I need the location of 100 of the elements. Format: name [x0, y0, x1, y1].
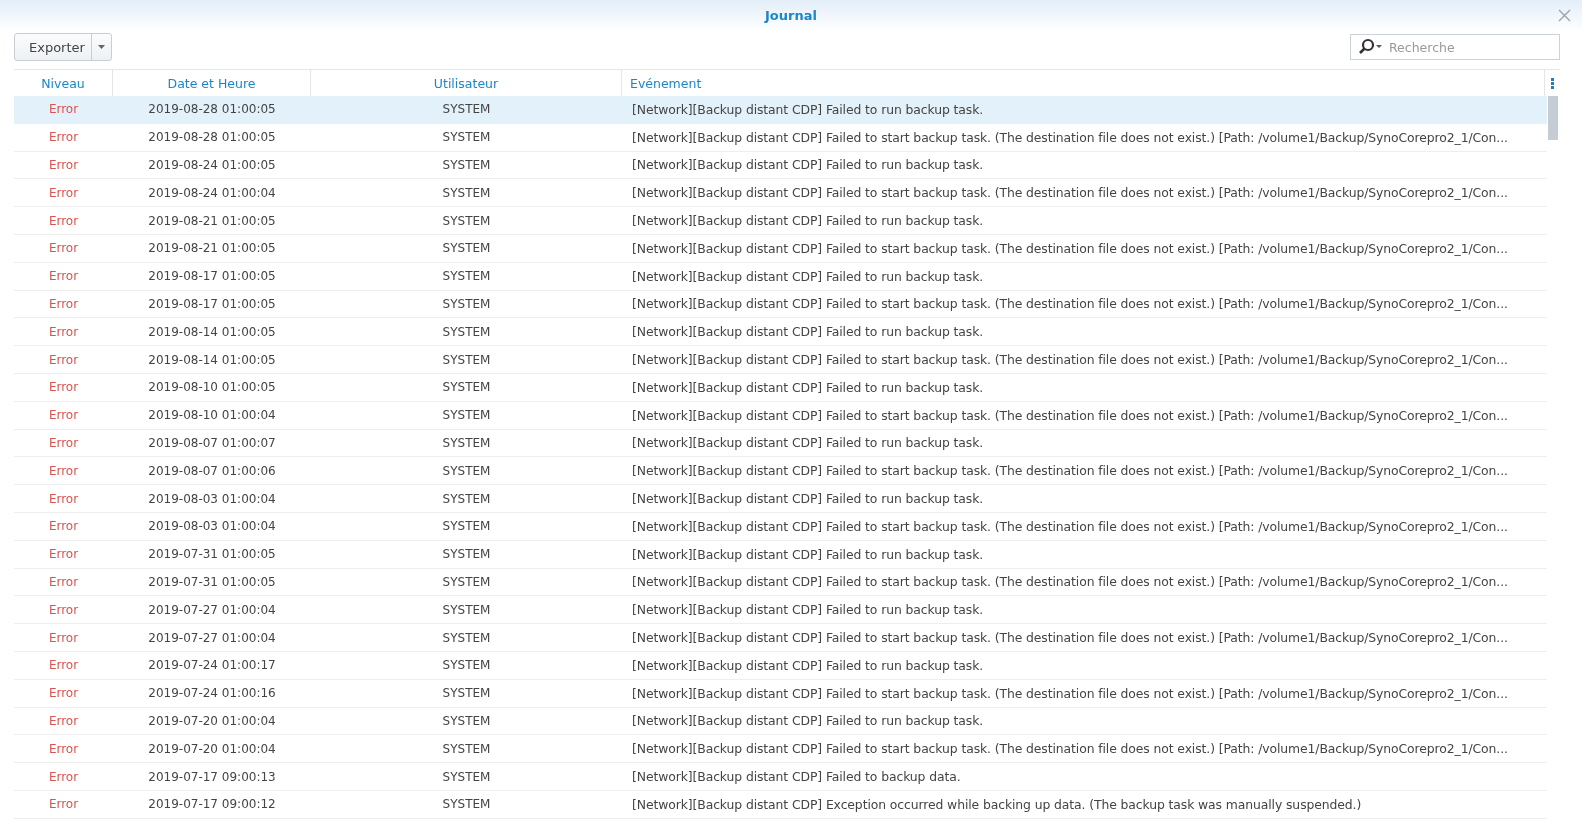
event-cell-text: [Network][Backup distant CDP] Failed to run backup task. [631, 323, 985, 342]
datetime-cell-text: 2019-08-10 01:00:05 [147, 379, 277, 397]
user-cell-text: SYSTEM [441, 601, 492, 619]
user-cell-text: SYSTEM [441, 129, 492, 147]
user-cell-text: SYSTEM [441, 323, 492, 341]
log-row[interactable]: Error 2019-07-20 01:00:04 SYSTEM [Network][Backup distant CDP] Failed to start backup task. (The destination file does not exist.) [Path: /volume1/Backup/SynoCorepro2_1/Con... [14, 735, 1547, 764]
level-cell-text: Error [47, 129, 80, 147]
datetime-cell-text: 2019-08-17 01:00:05 [147, 268, 277, 286]
level-cell-text: Error [47, 268, 80, 286]
user-cell-text: SYSTEM [441, 490, 492, 508]
search-icon[interactable] [1358, 38, 1384, 56]
datetime-cell-text: 2019-07-27 01:00:04 [147, 629, 277, 647]
log-row[interactable]: Error 2019-08-07 01:00:06 SYSTEM [Network][Backup distant CDP] Failed to start backup task. (The destination file does not exist.) [Path: /volume1/Backup/SynoCorepro2_1/Con... [14, 457, 1547, 486]
event-cell-text: [Network][Backup distant CDP] Failed to start backup task. (The destination file does not exist.) [Path: /volume1/Backup/SynoCorepro2_1/Con... [631, 740, 1509, 759]
level-cell-text: Error [47, 462, 80, 480]
event-cell-text: [Network][Backup distant CDP] Failed to run backup task. [631, 156, 985, 175]
user-cell-text: SYSTEM [441, 268, 492, 286]
event-cell-text: [Network][Backup distant CDP] Failed to run backup task. [631, 490, 985, 509]
log-row[interactable]: Error 2019-08-07 01:00:07 SYSTEM [Network][Backup distant CDP] Failed to run backup task. [14, 429, 1547, 458]
datetime-cell-text: 2019-08-07 01:00:06 [147, 462, 277, 480]
log-row[interactable]: Error 2019-08-21 01:00:05 SYSTEM [Network][Backup distant CDP] Failed to start backup task. (The destination file does not exist.) [Path: /volume1/Backup/SynoCorepro2_1/Con... [14, 235, 1547, 263]
log-row[interactable]: Error 2019-07-27 01:00:04 SYSTEM [Network][Backup distant CDP] Failed to start backup task. (The destination file does not exist.) [Path: /volume1/Backup/SynoCorepro2_1/Con... [14, 624, 1547, 652]
level-cell-text: Error [47, 685, 80, 703]
log-row[interactable]: Error 2019-08-17 01:00:05 SYSTEM [Network][Backup distant CDP] Failed to start backup task. (The destination file does not exist.) [Path: /volume1/Backup/SynoCorepro2_1/Con... [14, 290, 1547, 319]
level-cell-text: Error [47, 601, 80, 619]
event-cell-text: [Network][Backup distant CDP] Failed to run backup task. [631, 712, 985, 731]
level-cell-text: Error [47, 573, 80, 591]
log-row[interactable]: Error 2019-07-31 01:00:05 SYSTEM [Network][Backup distant CDP] Failed to start backup task. (The destination file does not exist.) [Path: /volume1/Backup/SynoCorepro2_1/Con... [14, 568, 1547, 597]
close-icon[interactable] [1558, 9, 1571, 22]
log-row[interactable]: Error 2019-08-28 01:00:05 SYSTEM [Network][Backup distant CDP] Failed to start backup task. (The destination file does not exist.) [Path: /volume1/Backup/SynoCorepro2_1/Con... [14, 123, 1547, 152]
datetime-cell-text: 2019-07-27 01:00:04 [147, 601, 277, 619]
user-cell-text: SYSTEM [441, 240, 492, 258]
user-cell-text: SYSTEM [441, 407, 492, 425]
event-cell-text: [Network][Backup distant CDP] Failed to run backup task. [631, 434, 985, 453]
datetime-cell-text: 2019-07-31 01:00:05 [147, 573, 277, 591]
level-cell-text: Error [47, 212, 80, 230]
event-cell-text: [Network][Backup distant CDP] Failed to start backup task. (The destination file does not exist.) [Path: /volume1/Backup/SynoCorepro2_1/Con... [631, 351, 1509, 370]
scrollbar-thumb[interactable] [1548, 96, 1558, 140]
log-row[interactable]: Error 2019-07-27 01:00:04 SYSTEM [Network][Backup distant CDP] Failed to run backup task. [14, 596, 1547, 625]
user-cell-text: SYSTEM [441, 768, 492, 786]
datetime-cell-text: 2019-07-17 09:00:12 [147, 796, 277, 814]
event-cell-text: [Network][Backup distant CDP] Failed to start backup task. (The destination file does not exist.) [Path: /volume1/Backup/SynoCorepro2_1/Con... [631, 239, 1509, 258]
log-row[interactable]: Error 2019-07-24 01:00:17 SYSTEM [Network][Backup distant CDP] Failed to run backup task. [14, 651, 1547, 680]
log-row[interactable]: Error 2019-08-24 01:00:04 SYSTEM [Network][Backup distant CDP] Failed to start backup task. (The destination file does not exist.) [Path: /volume1/Backup/SynoCorepro2_1/Con... [14, 179, 1547, 208]
datetime-cell-text: 2019-07-17 09:00:13 [147, 768, 277, 786]
level-cell-text: Error [47, 240, 80, 258]
log-row[interactable]: Error 2019-08-21 01:00:05 SYSTEM [Network][Backup distant CDP] Failed to run backup task. [14, 207, 1547, 235]
log-row[interactable]: Error 2019-08-17 01:00:05 SYSTEM [Network][Backup distant CDP] Failed to run backup task. [14, 262, 1547, 291]
event-cell-text: [Network][Backup distant CDP] Failed to start backup task. (The destination file does not exist.) [Path: /volume1/Backup/SynoCorepro2_1/Con... [631, 684, 1509, 703]
log-row[interactable]: Error 2019-08-14 01:00:05 SYSTEM [Network][Backup distant CDP] Failed to run backup task. [14, 318, 1547, 347]
user-cell-text: SYSTEM [441, 546, 492, 564]
datetime-cell-text: 2019-07-20 01:00:04 [147, 712, 277, 730]
event-cell-text: [Network][Backup distant CDP] Failed to run backup task. [631, 212, 985, 231]
level-cell-text: Error [47, 407, 80, 425]
log-row[interactable]: Error 2019-08-24 01:00:05 SYSTEM [Network][Backup distant CDP] Failed to run backup task. [14, 151, 1547, 180]
log-row[interactable]: Error 2019-07-31 01:00:05 SYSTEM [Network][Backup distant CDP] Failed to run backup task. [14, 540, 1547, 569]
user-cell-text: SYSTEM [441, 101, 492, 119]
log-row[interactable]: Error 2019-08-03 01:00:04 SYSTEM [Network][Backup distant CDP] Failed to run backup task. [14, 485, 1547, 513]
log-row[interactable]: Error 2019-07-20 01:00:04 SYSTEM [Network][Backup distant CDP] Failed to run backup task. [14, 707, 1547, 736]
datetime-cell-text: 2019-07-24 01:00:17 [147, 657, 277, 675]
log-row[interactable]: Error 2019-07-17 09:00:13 SYSTEM [Network][Backup distant CDP] Failed to backup data. [14, 763, 1547, 791]
column-menu-icon[interactable] [1551, 77, 1554, 89]
event-cell-text: [Network][Backup distant CDP] Failed to start backup task. (The destination file does not exist.) [Path: /volume1/Backup/SynoCorepro2_1/Con... [631, 128, 1509, 147]
datetime-cell-text: 2019-08-03 01:00:04 [147, 518, 277, 536]
user-cell-text: SYSTEM [441, 796, 492, 814]
event-cell-text: [Network][Backup distant CDP] Failed to backup data. [631, 768, 962, 786]
level-cell-text: Error [47, 434, 80, 452]
user-cell-text: SYSTEM [441, 184, 492, 202]
user-cell-text: SYSTEM [441, 295, 492, 313]
log-row[interactable]: Error 2019-08-10 01:00:05 SYSTEM [Network][Backup distant CDP] Failed to run backup task. [14, 373, 1547, 402]
log-row[interactable]: Error 2019-07-17 09:00:12 SYSTEM [Network][Backup distant CDP] Exception occurred while backing up data. (The backup task was manually suspended.) [14, 790, 1547, 819]
log-row[interactable]: Error 2019-08-03 01:00:04 SYSTEM [Network][Backup distant CDP] Failed to start backup task. (The destination file does not exist.) [Path: /volume1/Backup/SynoCorepro2_1/Con... [14, 512, 1547, 541]
datetime-cell-text: 2019-07-20 01:00:04 [147, 740, 277, 758]
event-cell-text: [Network][Backup distant CDP] Failed to run backup task. [631, 656, 985, 675]
user-cell-text: SYSTEM [441, 657, 492, 675]
log-row[interactable]: Error 2019-07-24 01:00:16 SYSTEM [Network][Backup distant CDP] Failed to start backup task. (The destination file does not exist.) [Path: /volume1/Backup/SynoCorepro2_1/Con... [14, 679, 1547, 708]
user-cell-text: SYSTEM [441, 629, 492, 647]
datetime-cell-text: 2019-08-17 01:00:05 [147, 295, 277, 313]
log-row[interactable]: Error 2019-08-28 01:00:05 SYSTEM [Network][Backup distant CDP] Failed to run backup task. [14, 96, 1547, 124]
datetime-cell-text: 2019-08-24 01:00:04 [147, 184, 277, 202]
datetime-cell-text: 2019-07-24 01:00:16 [147, 685, 277, 703]
user-cell-text: SYSTEM [441, 573, 492, 591]
log-row[interactable]: Error 2019-08-14 01:00:05 SYSTEM [Network][Backup distant CDP] Failed to start backup task. (The destination file does not exist.) [Path: /volume1/Backup/SynoCorepro2_1/Con... [14, 346, 1547, 374]
datetime-cell-text: 2019-08-24 01:00:05 [147, 157, 277, 174]
user-cell-text: SYSTEM [441, 685, 492, 703]
level-cell-text: Error [47, 712, 80, 730]
user-cell-text: SYSTEM [441, 712, 492, 730]
user-cell-text: SYSTEM [441, 518, 492, 536]
log-row[interactable]: Error 2019-08-10 01:00:04 SYSTEM [Network][Backup distant CDP] Failed to start backup task. (The destination file does not exist.) [Path: /volume1/Backup/SynoCorepro2_1/Con... [14, 401, 1547, 430]
search-field[interactable]: Recherche [1350, 34, 1560, 60]
event-cell-text: [Network][Backup distant CDP] Failed to run backup task. [631, 267, 985, 286]
datetime-cell-text: 2019-08-14 01:00:05 [147, 351, 277, 369]
level-cell-text: Error [47, 629, 80, 647]
event-cell-text: [Network][Backup distant CDP] Failed to run backup task. [631, 378, 985, 397]
datetime-cell-text: 2019-08-28 01:00:05 [147, 129, 277, 147]
user-cell-text: SYSTEM [441, 212, 492, 230]
datetime-cell-text: 2019-08-10 01:00:04 [147, 407, 277, 425]
level-cell-text: Error [47, 657, 80, 675]
event-cell-text: [Network][Backup distant CDP] Failed to run backup task. [631, 100, 985, 119]
event-cell-text: [Network][Backup distant CDP] Failed to start backup task. (The destination file does not exist.) [Path: /volume1/Backup/SynoCorepro2_1/Con... [631, 462, 1509, 481]
